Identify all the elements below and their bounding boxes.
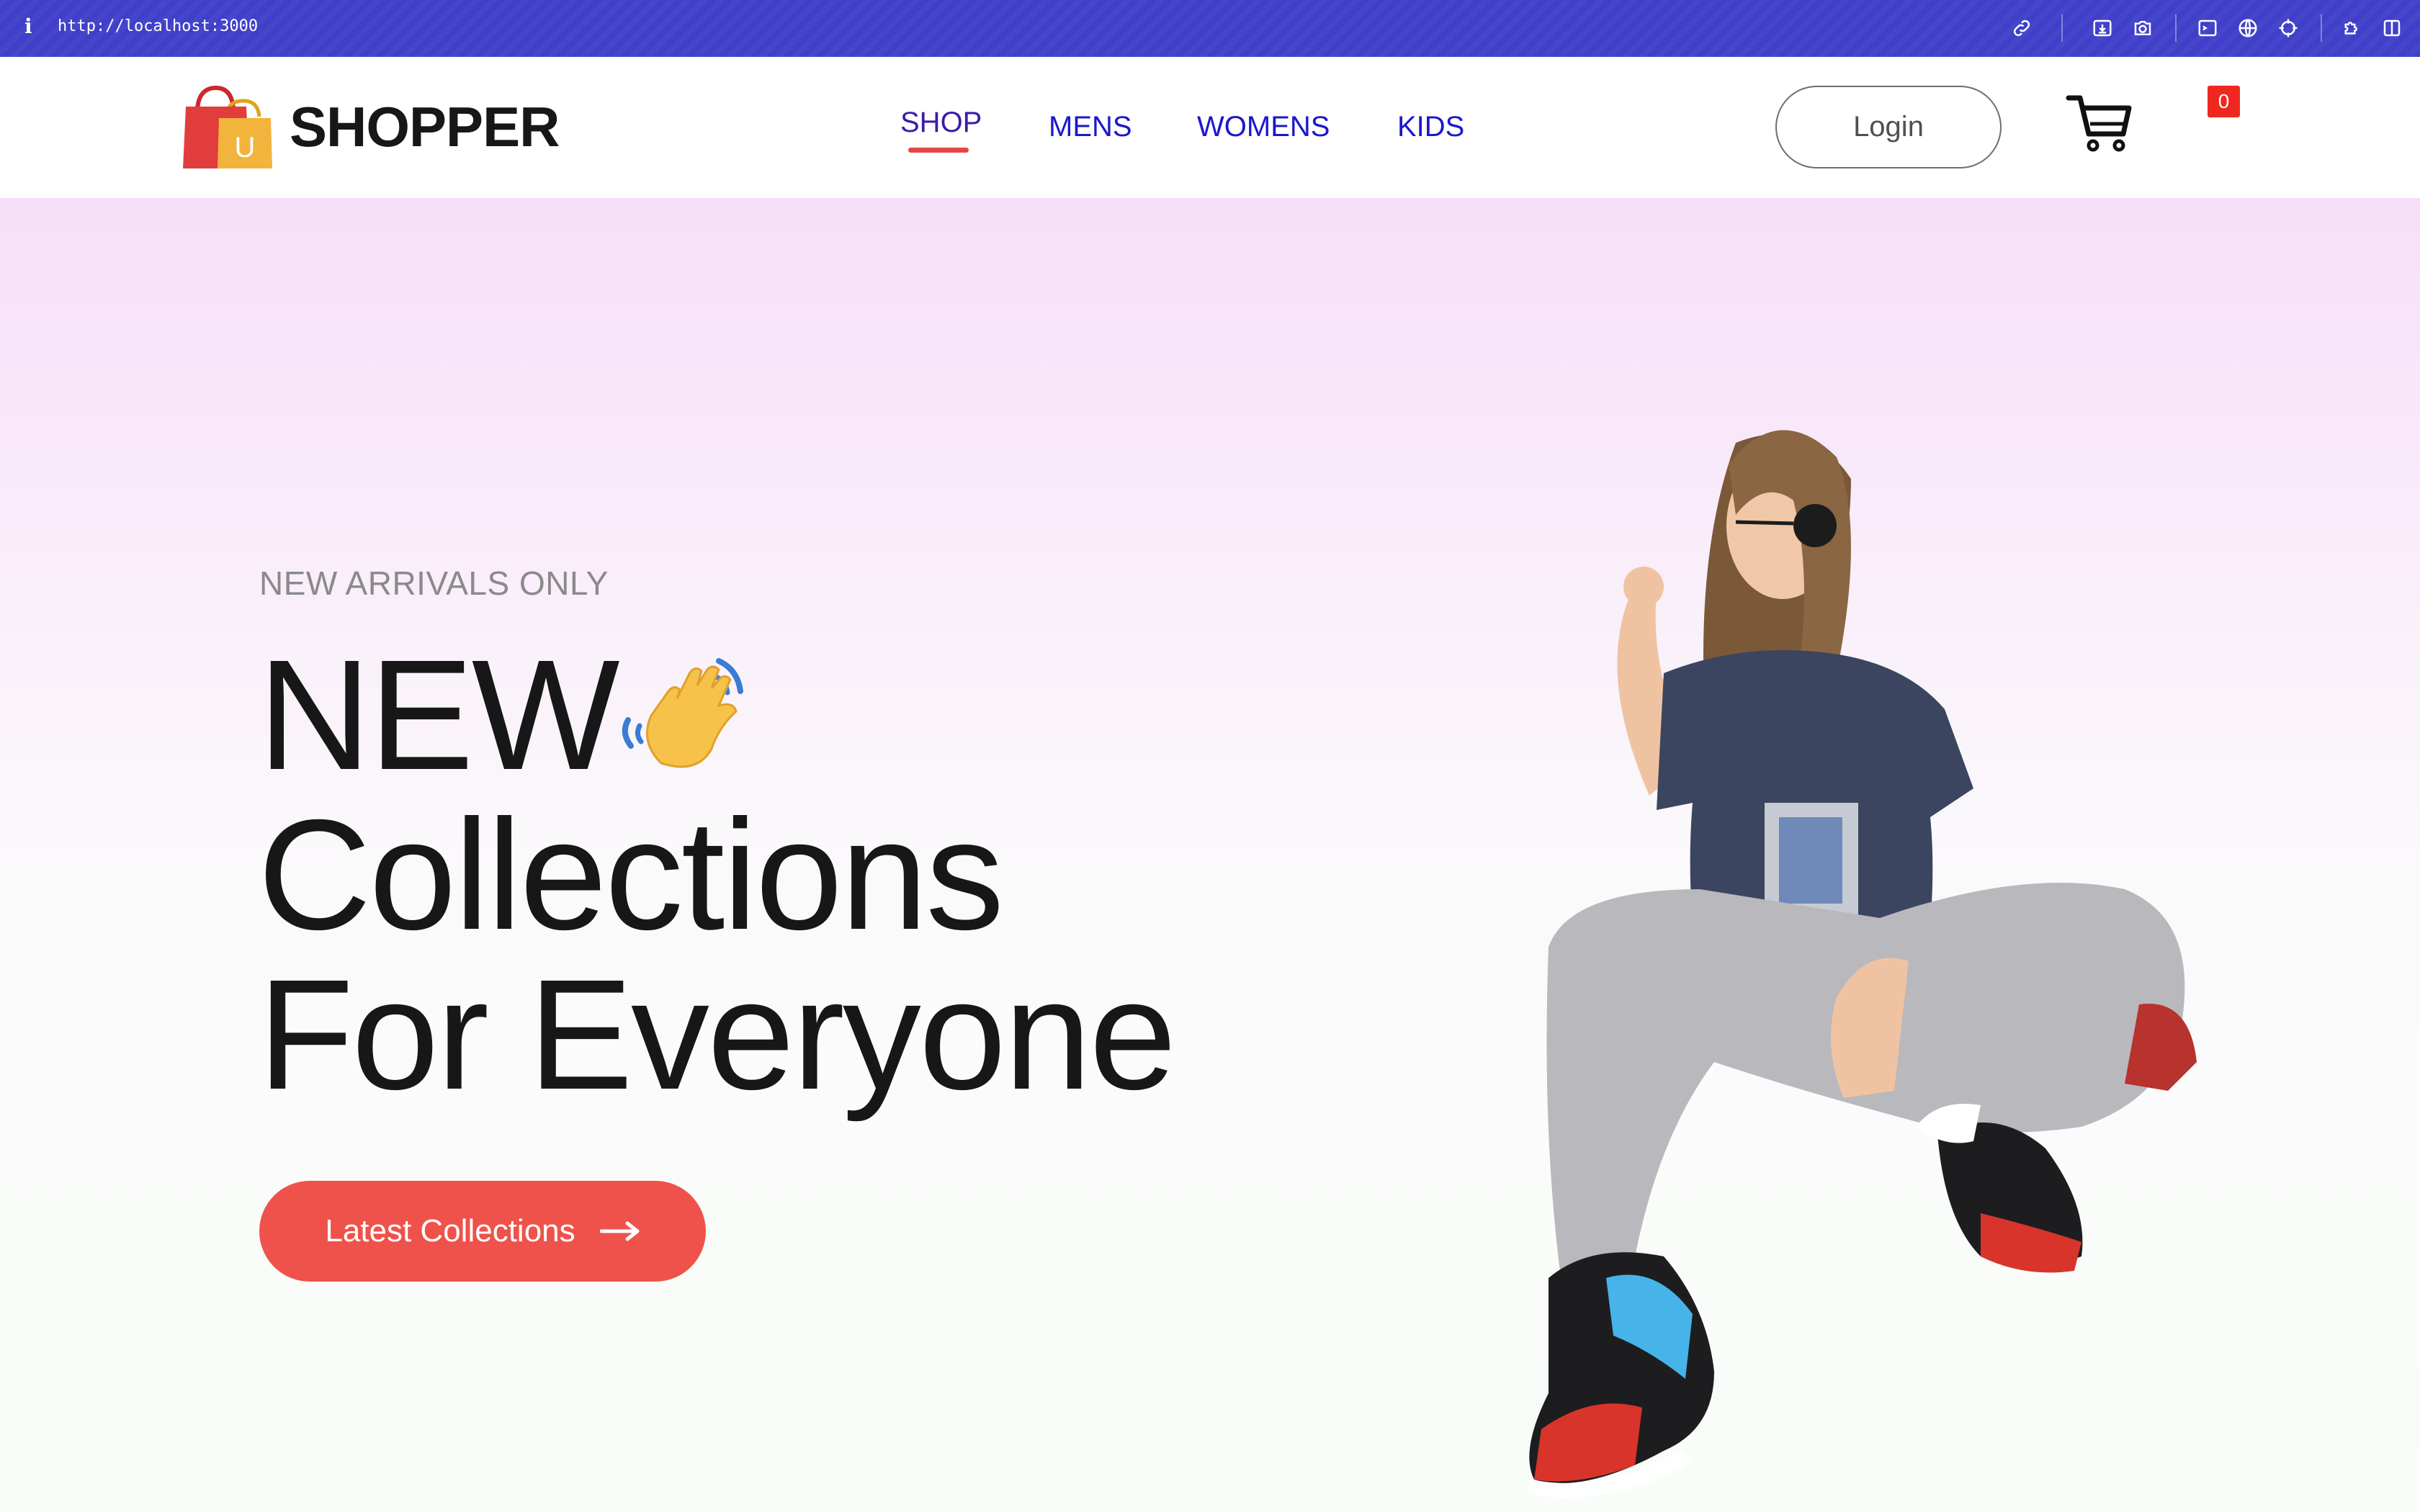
hero-section: NEW ARRIVALS ONLY NEW Collections For Ev… [0, 198, 2420, 1512]
sidebar-icon[interactable] [2380, 16, 2404, 40]
active-nav-indicator [908, 148, 969, 153]
login-button[interactable]: Login [1775, 86, 2002, 168]
svg-text:U: U [235, 132, 256, 163]
toolbar-divider [2061, 14, 2063, 42]
waving-hand-icon [611, 641, 755, 785]
arrow-right-icon [599, 1221, 640, 1241]
nav-shop[interactable]: SHOP [900, 107, 982, 139]
toolbar-divider [2321, 14, 2322, 42]
crosshair-icon[interactable] [2276, 16, 2300, 40]
latest-collections-button[interactable]: Latest Collections [259, 1181, 706, 1282]
address-bar-url[interactable]: http://localhost:3000 [58, 17, 258, 35]
cart-icon[interactable] [2066, 92, 2132, 153]
hero-subtitle: NEW ARRIVALS ONLY [259, 564, 609, 602]
nav-womens[interactable]: WOMENS [1197, 111, 1330, 143]
toolbar-divider [2175, 14, 2177, 42]
hero-title-line-2: Collections [258, 788, 1004, 963]
camera-icon[interactable] [2130, 16, 2155, 40]
terminal-icon[interactable] [2195, 16, 2220, 40]
hero-model-image [1527, 430, 2197, 1498]
site-logo-text[interactable]: SHOPPER [290, 94, 560, 160]
shopping-bag-logo-icon[interactable]: U [182, 85, 272, 170]
info-icon[interactable]: i [24, 14, 32, 38]
hero-title-line-3: For Everyone [258, 948, 1177, 1122]
nav-mens[interactable]: MENS [1049, 111, 1132, 143]
nav-kids[interactable]: KIDS [1397, 111, 1464, 143]
extensions-icon[interactable] [2338, 16, 2362, 40]
link-icon[interactable] [2009, 16, 2034, 40]
cart-count-badge: 0 [2208, 86, 2240, 117]
globe-icon[interactable] [2236, 16, 2260, 40]
cta-label: Latest Collections [325, 1213, 575, 1248]
download-icon[interactable] [2090, 16, 2115, 40]
hero-title-line-1: NEW [258, 628, 620, 803]
browser-toolbar: i http://localhost:3000 [0, 0, 2420, 57]
